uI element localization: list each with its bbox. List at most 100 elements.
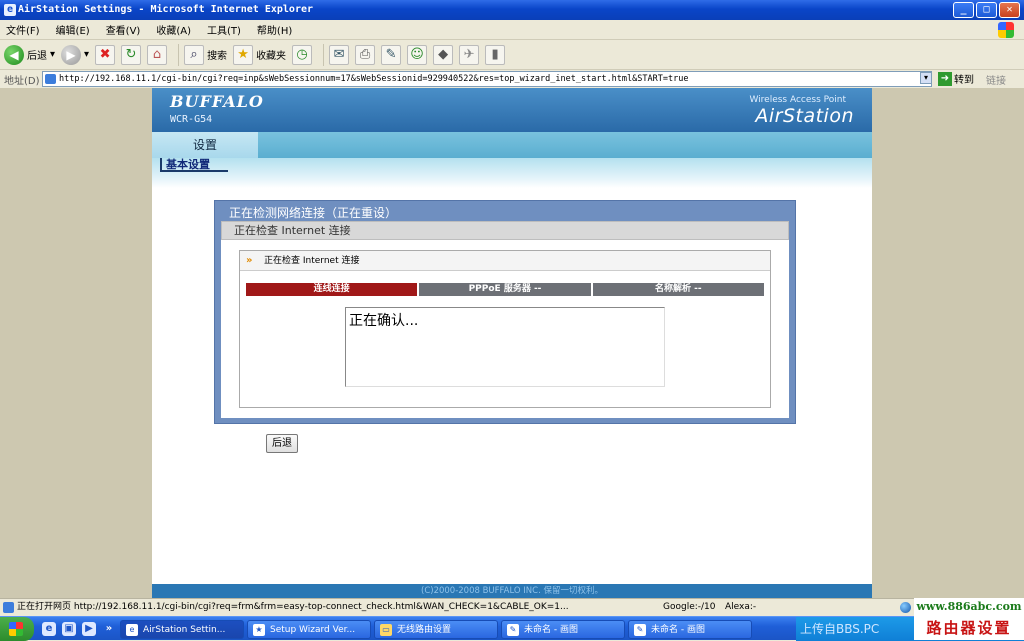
quicklaunch-media-icon[interactable]: ▶ [82, 622, 96, 636]
minimize-button[interactable]: _ [953, 2, 974, 18]
edit-icon: ✎ [381, 44, 402, 65]
progress-steps: 连线连接 PPPoE 服务器 -- 名称解析 -- [246, 283, 764, 296]
messenger-button[interactable]: ☺ [407, 44, 428, 65]
stop-button[interactable]: ✖ [95, 44, 116, 65]
bookmark-icon: ▮ [485, 44, 506, 65]
go-arrow-icon: ➜ [938, 71, 952, 86]
tools-button[interactable]: ◆ [433, 44, 454, 65]
ie-icon: e [126, 624, 138, 636]
links-button[interactable]: 链接 [986, 72, 1006, 87]
address-label: 地址(D) [4, 75, 40, 87]
research-icon: ✈ [459, 44, 480, 65]
task-label: Setup Wizard Ver... [270, 625, 356, 635]
chevron-down-icon: ▾ [84, 49, 90, 60]
section-title: 正在检查 Internet 连接 [264, 256, 360, 266]
section-header: » 正在检查 Internet 连接 [240, 251, 770, 271]
toolbar: ◀ 后退 ▾ ▶ ▾ ✖ ↻ ⌂ ⌕ 搜索 ★ 收藏夹 ◷ ✉ ⎙ ✎ ☺ ◆ … [0, 40, 1024, 70]
quicklaunch-desktop-icon[interactable]: ▣ [62, 622, 76, 636]
address-url: http://192.168.11.1/cgi-bin/cgi?req=inp&… [59, 74, 689, 84]
forward-button[interactable]: ▶ ▾ [61, 44, 90, 65]
home-icon: ⌂ [147, 44, 168, 65]
page-footer: (C)2000-2008 BUFFALO INC. 保留一切权利。 [152, 584, 872, 598]
page-header: BUFFALO WCR-G54 Wireless Access Point Ai… [152, 88, 872, 132]
address-input[interactable]: http://192.168.11.1/cgi-bin/cgi?req=inp&… [42, 71, 932, 87]
window-titlebar: e AirStation Settings - Microsoft Intern… [0, 0, 1024, 20]
menu-help[interactable]: 帮助(H) [257, 22, 292, 37]
watermark-text: 路由器设置 [914, 616, 1024, 640]
maximize-button[interactable]: □ [976, 2, 997, 18]
task-setup-wizard[interactable]: ★ Setup Wizard Ver... [247, 620, 371, 639]
history-icon: ◷ [292, 44, 313, 65]
start-button[interactable] [0, 617, 34, 641]
address-dropdown-button[interactable]: ▾ [920, 72, 932, 84]
back-arrow-icon: ◀ [4, 44, 24, 65]
task-label: AirStation Settin... [143, 625, 226, 635]
toolbar-divider [323, 43, 325, 66]
back-page-button[interactable]: 后退 [266, 434, 298, 453]
subtab-basic-settings[interactable]: 基本设置 [160, 158, 228, 172]
menu-edit[interactable]: 编辑(E) [56, 22, 90, 37]
taskbar: e ▣ ▶ » e AirStation Settin... ★ Setup W… [0, 616, 1024, 641]
status-bar: 正在打开网页 http://192.168.11.1/cgi-bin/cgi?r… [0, 598, 1024, 616]
tab-settings[interactable]: 设置 [152, 132, 258, 158]
windows-logo-icon [998, 22, 1014, 38]
print-button[interactable]: ⎙ [355, 44, 376, 65]
quicklaunch-more-icon[interactable]: » [102, 622, 116, 636]
task-airstation[interactable]: e AirStation Settin... [120, 620, 244, 639]
alexa-rank: Alexa:- [725, 602, 757, 612]
research-button[interactable]: ✈ [459, 44, 480, 65]
status-message-box: 正在确认... [345, 307, 665, 387]
sub-nav-bar [152, 158, 872, 188]
status-text: 正在打开网页 http://192.168.11.1/cgi-bin/cgi?r… [17, 602, 569, 612]
stop-icon: ✖ [95, 44, 116, 65]
step-pppoe-server: PPPoE 服务器 -- [419, 283, 591, 296]
mail-button[interactable]: ✉ [329, 44, 350, 65]
wizard-icon: ★ [253, 624, 265, 636]
search-label: 搜索 [207, 51, 228, 62]
refresh-icon: ↻ [121, 44, 142, 65]
page-loading-icon [3, 602, 14, 613]
star-icon: ★ [233, 44, 254, 65]
refresh-button[interactable]: ↻ [121, 44, 142, 65]
quicklaunch-ie-icon[interactable]: e [42, 622, 56, 636]
favorites-button[interactable]: ★ 收藏夹 [233, 44, 287, 65]
go-button[interactable]: ➜ 转到 [938, 71, 974, 86]
task-label: 无线路由设置 [397, 625, 452, 635]
task-paint-1[interactable]: ✎ 未命名 - 画图 [501, 620, 625, 639]
task-paint-2[interactable]: ✎ 未命名 - 画图 [628, 620, 752, 639]
double-chevron-icon: » [246, 255, 253, 266]
menu-favorites[interactable]: 收藏(A) [156, 22, 191, 37]
page-icon [45, 74, 56, 84]
back-button[interactable]: ◀ 后退 ▾ [4, 44, 55, 65]
internet-zone-icon [900, 602, 911, 613]
product-logo: AirStation [755, 105, 854, 127]
task-label: 未命名 - 画图 [651, 625, 705, 635]
paint-icon: ✎ [507, 624, 519, 636]
nav-bar [152, 132, 872, 158]
step-name-resolution: 名称解析 -- [592, 283, 764, 296]
go-label: 转到 [954, 75, 974, 86]
task-label: 未命名 - 画图 [524, 625, 578, 635]
menu-tools[interactable]: 工具(T) [207, 22, 241, 37]
paint-icon: ✎ [634, 624, 646, 636]
menubar: 文件(F) 编辑(E) 查看(V) 收藏(A) 工具(T) 帮助(H) [0, 20, 1024, 40]
panel-title: 正在检测网络连接（正在重设） [229, 206, 398, 220]
menu-file[interactable]: 文件(F) [6, 22, 40, 37]
task-router-settings[interactable]: ▭ 无线路由设置 [374, 620, 498, 639]
forward-arrow-icon: ▶ [61, 44, 82, 65]
messenger-icon: ☺ [407, 44, 428, 65]
edit-button[interactable]: ✎ [381, 44, 402, 65]
home-button[interactable]: ⌂ [147, 44, 168, 65]
bookmark-button[interactable]: ▮ [485, 44, 506, 65]
close-button[interactable]: ✕ [999, 2, 1020, 18]
ie-icon: e [4, 4, 16, 16]
panel-subtitle: 正在检查 Internet 连接 [221, 221, 789, 240]
search-icon: ⌕ [184, 44, 205, 65]
folder-icon: ▭ [380, 624, 392, 636]
mail-icon: ✉ [329, 44, 350, 65]
menu-view[interactable]: 查看(V) [106, 22, 141, 37]
watermark-url: www.886abc.com [914, 598, 1024, 616]
history-button[interactable]: ◷ [292, 44, 313, 65]
favorites-label: 收藏夹 [256, 51, 287, 62]
search-button[interactable]: ⌕ 搜索 [184, 44, 228, 65]
